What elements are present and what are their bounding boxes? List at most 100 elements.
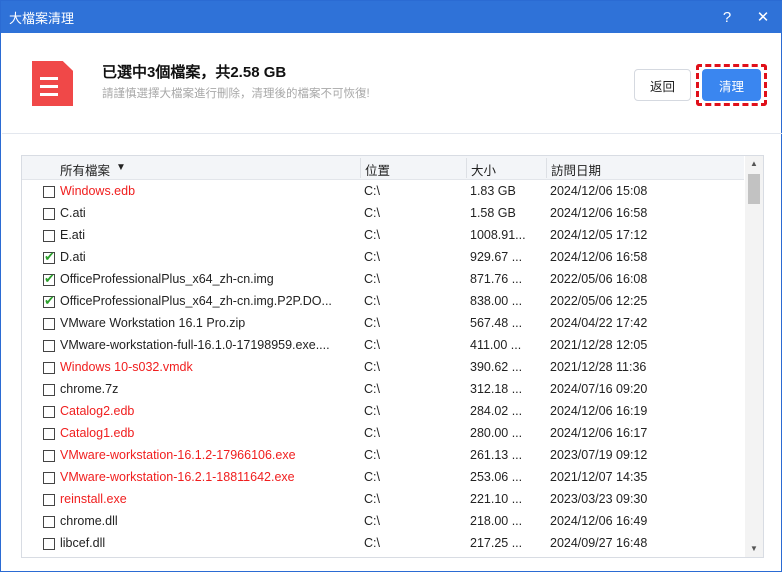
- access-date: 2024/12/06 16:17: [550, 426, 648, 440]
- access-date: 2023/03/23 09:30: [550, 492, 648, 506]
- row-checkbox[interactable]: [43, 340, 55, 352]
- access-date: 2021/12/28 12:05: [550, 338, 648, 352]
- warning-text: 請謹慎選擇大檔案進行刪除，清理後的檔案不可恢復!: [102, 88, 370, 100]
- window-title: 大檔案清理: [9, 10, 75, 26]
- scrollbar-thumb[interactable]: [748, 174, 760, 204]
- file-size: 253.06 ...: [470, 470, 523, 484]
- file-name: Windows.edb: [60, 184, 136, 198]
- table-row[interactable]: VMware-workstation-16.1.2-17966106.exe C…: [22, 444, 744, 466]
- column-date[interactable]: 訪問日期: [546, 158, 601, 178]
- clean-button[interactable]: 清理: [702, 69, 761, 101]
- row-checkbox[interactable]: [43, 516, 55, 528]
- row-checkbox[interactable]: [43, 406, 55, 418]
- scroll-up-icon[interactable]: ▲: [745, 156, 763, 172]
- table-row[interactable]: OfficeProfessionalPlus_x64_zh-cn.img C:\…: [22, 268, 744, 290]
- scroll-down-icon[interactable]: ▼: [745, 541, 763, 557]
- access-date: 2024/12/06 15:08: [550, 184, 648, 198]
- table-row[interactable]: chrome.dll C:\ 218.00 ... 2024/12/06 16:…: [22, 510, 744, 532]
- row-checkbox[interactable]: [43, 186, 55, 198]
- file-location: C:\: [364, 206, 380, 220]
- access-date: 2024/12/06 16:58: [550, 206, 648, 220]
- row-checkbox[interactable]: [43, 230, 55, 242]
- row-checkbox[interactable]: [43, 494, 55, 506]
- table-row[interactable]: OfficeProfessionalPlus_x64_zh-cn.img.P2P…: [22, 290, 744, 312]
- file-location: C:\: [364, 294, 380, 308]
- row-checkbox[interactable]: [43, 249, 55, 265]
- file-name: chrome.dll: [60, 514, 118, 528]
- row-checkbox[interactable]: [43, 271, 55, 287]
- column-size[interactable]: 大小: [466, 158, 496, 178]
- file-location: C:\: [364, 272, 380, 286]
- access-date: 2024/12/06 16:58: [550, 250, 648, 264]
- access-date: 2024/12/06 16:49: [550, 514, 648, 528]
- table-row[interactable]: VMware-workstation-full-16.1.0-17198959.…: [22, 334, 744, 356]
- table-row[interactable]: chrome.7z C:\ 312.18 ... 2024/07/16 09:2…: [22, 378, 744, 400]
- file-location: C:\: [364, 338, 380, 352]
- file-name: E.ati: [60, 228, 86, 242]
- table-row[interactable]: C.ati C:\ 1.58 GB 2024/12/06 16:58: [22, 202, 744, 224]
- file-name: C.ati: [60, 206, 86, 220]
- file-location: C:\: [364, 316, 380, 330]
- access-date: 2024/12/06 16:19: [550, 404, 648, 418]
- access-date: 2021/12/07 14:35: [550, 470, 648, 484]
- file-location: C:\: [364, 536, 380, 550]
- file-size: 218.00 ...: [470, 514, 523, 528]
- file-name: VMware-workstation-16.1.2-17966106.exe: [60, 448, 296, 462]
- file-name: reinstall.exe: [60, 492, 127, 506]
- table-header: 所有檔案 ▼ 位置 大小 訪問日期: [22, 156, 744, 180]
- file-location: C:\: [364, 514, 380, 528]
- file-location: C:\: [364, 470, 380, 484]
- access-date: 2021/12/28 11:36: [550, 360, 647, 374]
- row-checkbox[interactable]: [43, 428, 55, 440]
- back-button[interactable]: 返回: [634, 69, 691, 101]
- table-row[interactable]: libcef.dll C:\ 217.25 ... 2024/09/27 16:…: [22, 532, 744, 554]
- selection-summary: 已選中3個檔案，共2.58 GB: [102, 64, 287, 81]
- access-date: 2024/09/27 16:48: [550, 536, 648, 550]
- row-checkbox[interactable]: [43, 384, 55, 396]
- table-row[interactable]: Catalog2.edb C:\ 284.02 ... 2024/12/06 1…: [22, 400, 744, 422]
- column-name[interactable]: 所有檔案: [60, 160, 110, 179]
- file-name: OfficeProfessionalPlus_x64_zh-cn.img.P2P…: [60, 294, 332, 308]
- row-checkbox[interactable]: [43, 362, 55, 374]
- file-location: C:\: [364, 228, 380, 242]
- file-size: 567.48 ...: [470, 316, 523, 330]
- access-date: 2022/05/06 16:08: [550, 272, 648, 286]
- file-size: 390.62 ...: [470, 360, 523, 374]
- file-name: chrome.7z: [60, 382, 119, 396]
- file-location: C:\: [364, 184, 380, 198]
- file-size: 1.58 GB: [470, 206, 516, 220]
- close-button[interactable]: ✕: [745, 1, 781, 33]
- table-row[interactable]: VMware Workstation 16.1 Pro.zip C:\ 567.…: [22, 312, 744, 334]
- file-size: 1.83 GB: [470, 184, 516, 198]
- table-row[interactable]: E.ati C:\ 1008.91... 2024/12/05 17:12: [22, 224, 744, 246]
- file-size: 221.10 ...: [470, 492, 523, 506]
- row-checkbox[interactable]: [43, 538, 55, 550]
- row-checkbox[interactable]: [43, 208, 55, 220]
- file-name: Catalog2.edb: [60, 404, 135, 418]
- row-checkbox[interactable]: [43, 293, 55, 309]
- table-row[interactable]: Windows 10-s032.vmdk C:\ 390.62 ... 2021…: [22, 356, 744, 378]
- file-name: OfficeProfessionalPlus_x64_zh-cn.img: [60, 272, 274, 286]
- file-name: VMware-workstation-16.2.1-18811642.exe: [60, 470, 295, 484]
- row-checkbox[interactable]: [43, 318, 55, 330]
- table-row[interactable]: reinstall.exe C:\ 221.10 ... 2023/03/23 …: [22, 488, 744, 510]
- table-row[interactable]: VMware-workstation-16.2.1-18811642.exe C…: [22, 466, 744, 488]
- table-row[interactable]: Windows.edb C:\ 1.83 GB 2024/12/06 15:08: [22, 180, 744, 202]
- column-location[interactable]: 位置: [360, 158, 390, 178]
- access-date: 2024/04/22 17:42: [550, 316, 648, 330]
- row-checkbox[interactable]: [43, 450, 55, 462]
- file-name: libcef.dll: [60, 536, 106, 550]
- file-name: Windows 10-s032.vmdk: [60, 360, 193, 374]
- file-name: VMware-workstation-full-16.1.0-17198959.…: [60, 338, 330, 352]
- file-location: C:\: [364, 250, 380, 264]
- row-checkbox[interactable]: [43, 472, 55, 484]
- help-button[interactable]: ?: [709, 1, 745, 33]
- file-location: C:\: [364, 382, 380, 396]
- file-name: D.ati: [60, 250, 86, 264]
- scrollbar[interactable]: ▲ ▼: [745, 156, 763, 557]
- file-size: 1008.91...: [470, 228, 526, 242]
- table-row[interactable]: D.ati C:\ 929.67 ... 2024/12/06 16:58: [22, 246, 744, 268]
- table-row[interactable]: Catalog1.edb C:\ 280.00 ... 2024/12/06 1…: [22, 422, 744, 444]
- access-date: 2024/12/05 17:12: [550, 228, 648, 242]
- sort-down-icon[interactable]: ▼: [116, 162, 126, 173]
